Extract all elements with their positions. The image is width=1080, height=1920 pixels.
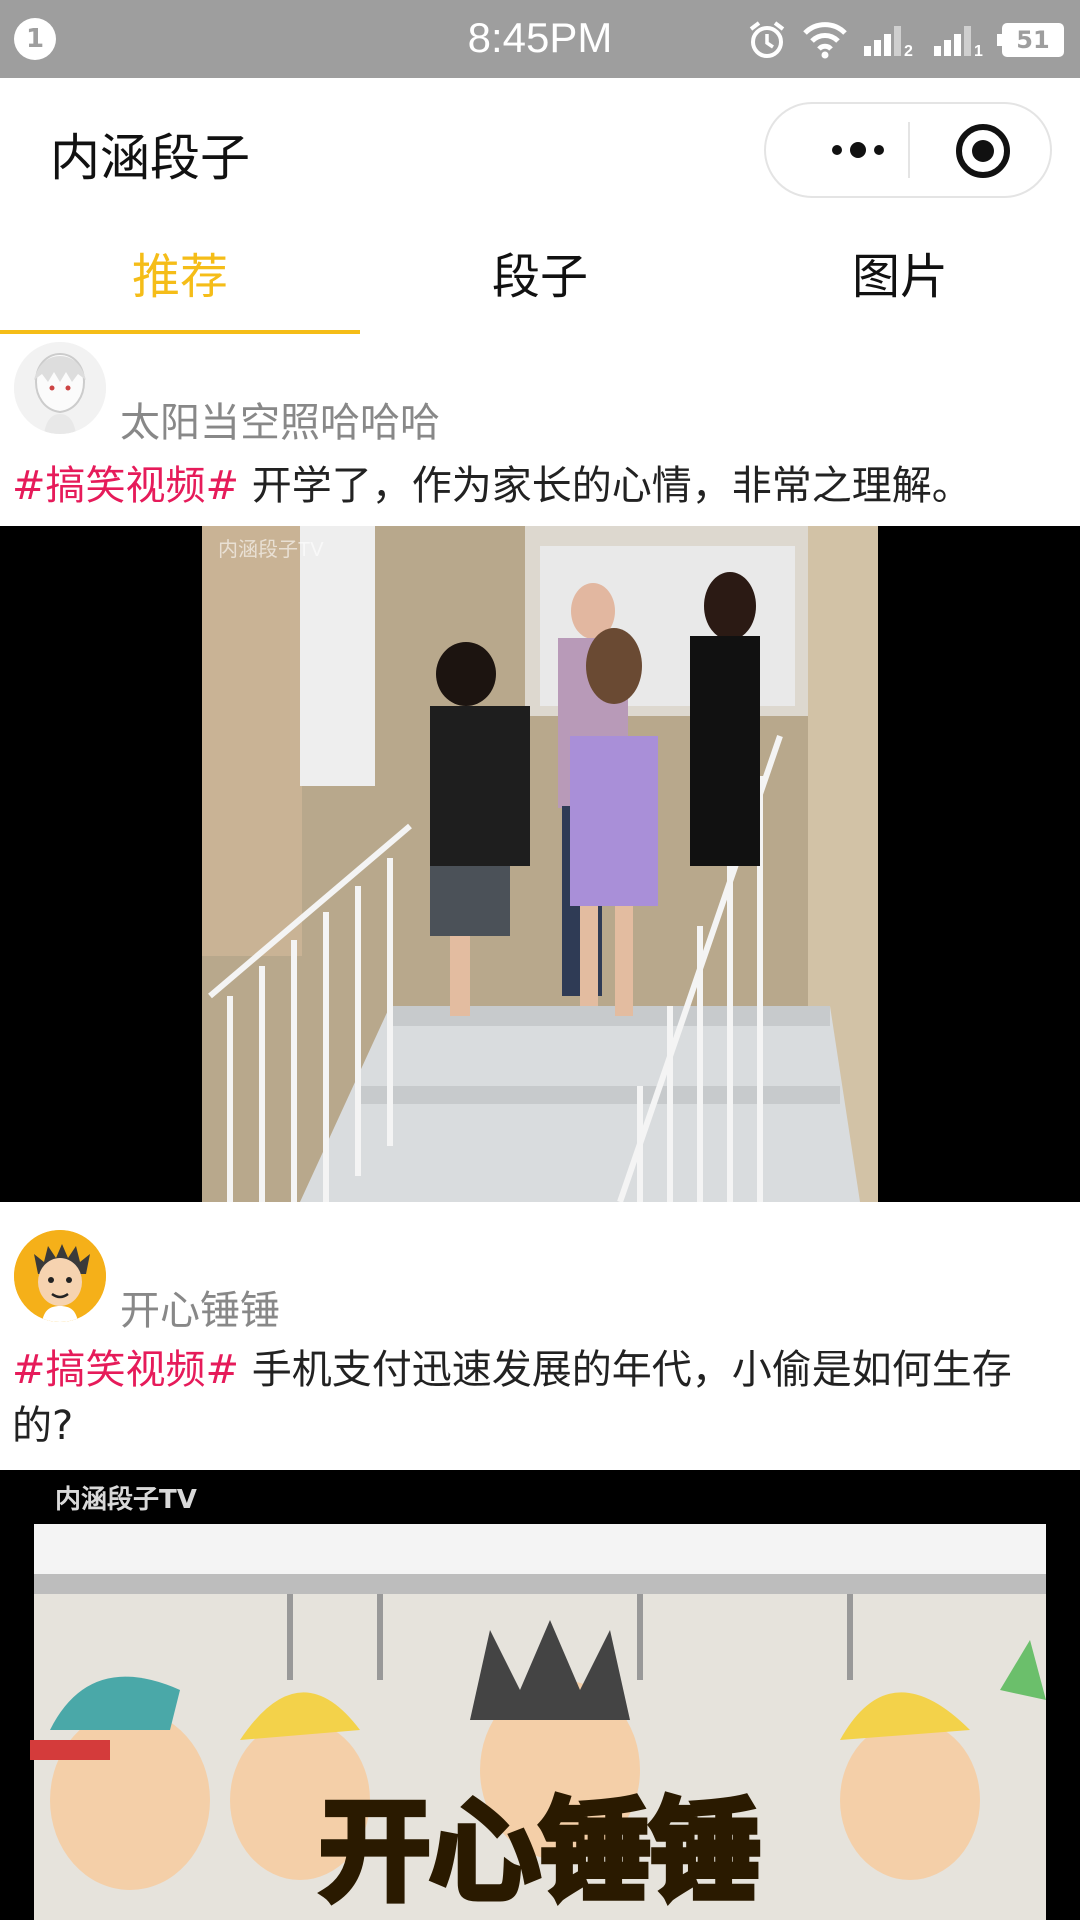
avatar[interactable] [14, 1230, 106, 1322]
video-title-text: 开心锤锤 [320, 1788, 760, 1916]
app-title: 内涵段子 [50, 129, 250, 187]
video-watermark: 内涵段子TV [218, 538, 324, 561]
wifi-icon [802, 21, 848, 59]
sim2-label: 2 [904, 43, 913, 58]
sim1-label: 1 [974, 43, 983, 58]
more-dot-icon [832, 145, 842, 155]
tab-recommend[interactable]: 推荐 [0, 224, 360, 334]
post-tag[interactable]: #搞笑视频# [12, 463, 239, 509]
feed-post[interactable]: 开心锤锤 #搞笑视频# 手机支付迅速发展的年代，小偷是如何生存的? 开心锤锤 内… [0, 1202, 1080, 1920]
app-header: 内涵段子 [0, 78, 1080, 224]
avatar[interactable] [14, 342, 106, 434]
status-bar: 1 8:45PM 2 1 51 [0, 0, 1080, 78]
post-caption[interactable]: #搞笑视频# 开学了，作为家长的心情，非常之理解。 [0, 458, 1080, 514]
more-dot-icon [850, 142, 866, 158]
feed-post[interactable]: 太阳当空照哈哈哈 #搞笑视频# 开学了，作为家长的心情，非常之理解。 内涵段子T… [0, 334, 1080, 1202]
video-player[interactable]: 内涵段子TV [0, 526, 1080, 1202]
video-watermark: 内涵段子TV [55, 1484, 197, 1515]
mini-program-capsule [764, 102, 1052, 198]
category-tabs: 推荐 段子 图片 [0, 224, 1080, 334]
signal-sim2-icon: 2 [862, 22, 918, 58]
status-icons: 2 1 51 [746, 16, 1064, 64]
more-dot-icon [874, 145, 884, 155]
tab-images[interactable]: 图片 [720, 224, 1080, 334]
post-username[interactable]: 开心锤锤 [120, 1278, 280, 1336]
avatar-cartoon-icon [14, 1230, 106, 1322]
post-caption[interactable]: #搞笑视频# 手机支付迅速发展的年代，小偷是如何生存的? [0, 1342, 1080, 1454]
battery-icon: 51 [997, 23, 1064, 57]
signal-sim1-icon: 1 [932, 22, 988, 58]
more-button[interactable] [806, 104, 910, 196]
capsule-divider [908, 122, 910, 178]
tab-jokes[interactable]: 段子 [360, 224, 720, 334]
alarm-icon [746, 19, 788, 61]
video-player[interactable]: 开心锤锤 内涵段子TV [0, 1470, 1080, 1920]
close-target-icon[interactable] [956, 124, 1010, 178]
post-text: 开学了，作为家长的心情，非常之理解。 [251, 463, 972, 509]
post-username[interactable]: 太阳当空照哈哈哈 [120, 390, 440, 448]
avatar-anime-icon [14, 342, 106, 434]
video-thumbnail: 内涵段子TV [0, 526, 1080, 1202]
video-thumbnail: 开心锤锤 内涵段子TV [0, 1470, 1080, 1920]
post-tag[interactable]: #搞笑视频# [12, 1347, 239, 1393]
